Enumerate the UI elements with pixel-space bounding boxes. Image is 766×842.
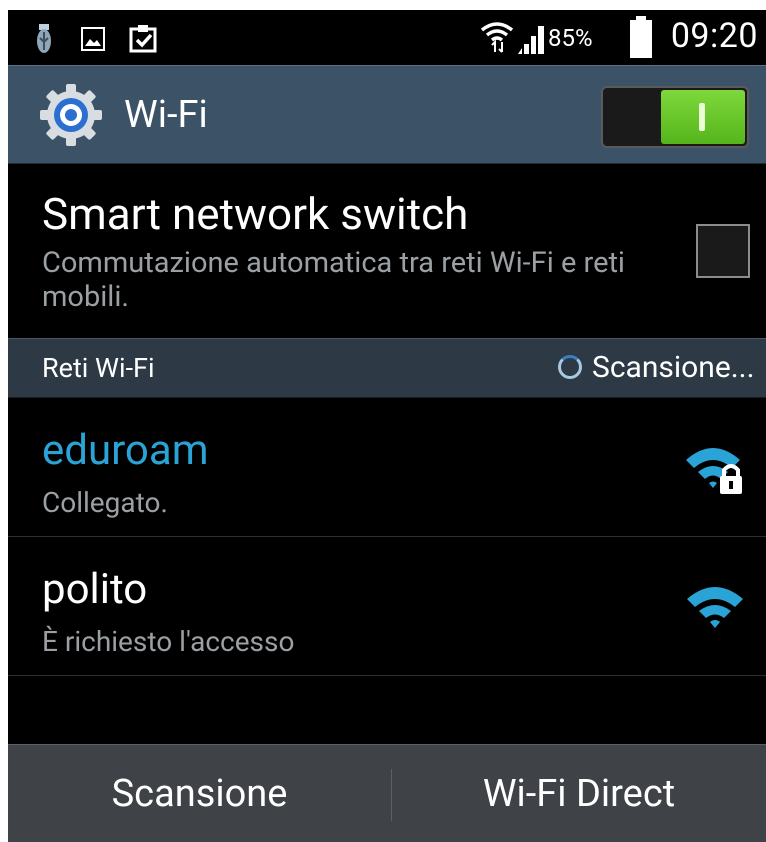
wifi-master-toggle[interactable] <box>601 86 749 148</box>
network-item-polito[interactable]: polito È richiesto l'accesso <box>8 537 766 676</box>
wifi-data-icon <box>480 22 514 53</box>
signal-icon <box>518 26 544 54</box>
smart-network-switch-row[interactable]: Smart network switch Commutazione automa… <box>8 164 766 338</box>
status-bar: 85% 09:20 <box>8 10 766 65</box>
network-status: Collegato. <box>42 486 168 519</box>
network-status: È richiesto l'accesso <box>42 625 295 658</box>
bottom-action-bar: Scansione Wi-Fi Direct <box>8 744 766 842</box>
network-name: polito <box>42 565 148 614</box>
page-title: Wi-Fi <box>124 93 208 137</box>
toggle-knob <box>661 90 745 144</box>
smart-network-switch-description: Commutazione automatica tra reti Wi-Fi e… <box>42 246 625 314</box>
network-name: eduroam <box>42 426 209 475</box>
wifi-locked-icon <box>686 448 742 494</box>
clock: 09:20 <box>670 16 758 56</box>
wifi-signal-icon <box>687 587 743 628</box>
scan-status: Scansione... <box>558 350 755 385</box>
battery-icon <box>630 16 652 58</box>
smart-network-switch-title: Smart network switch <box>42 188 469 240</box>
section-title: Reti Wi-Fi <box>42 352 155 384</box>
scan-status-label: Scansione... <box>592 350 755 385</box>
network-item-eduroam[interactable]: eduroam Collegato. <box>8 398 766 537</box>
scanning-spinner-icon <box>558 354 582 379</box>
settings-gear-icon[interactable] <box>38 82 104 148</box>
wifi-settings-screen: 85% 09:20 Wi-Fi Smart network switch Com… <box>8 10 766 842</box>
usb-icon <box>37 24 51 53</box>
clipboard-check-icon <box>129 25 157 53</box>
battery-percent: 85% <box>548 24 593 52</box>
wifi-direct-button[interactable]: Wi-Fi Direct <box>392 745 766 842</box>
smart-network-switch-checkbox[interactable] <box>696 224 750 278</box>
image-icon <box>81 27 105 51</box>
scan-button[interactable]: Scansione <box>8 745 391 842</box>
wifi-networks-header: Reti Wi-Fi Scansione... <box>8 338 766 398</box>
action-bar: Wi-Fi <box>8 65 766 164</box>
